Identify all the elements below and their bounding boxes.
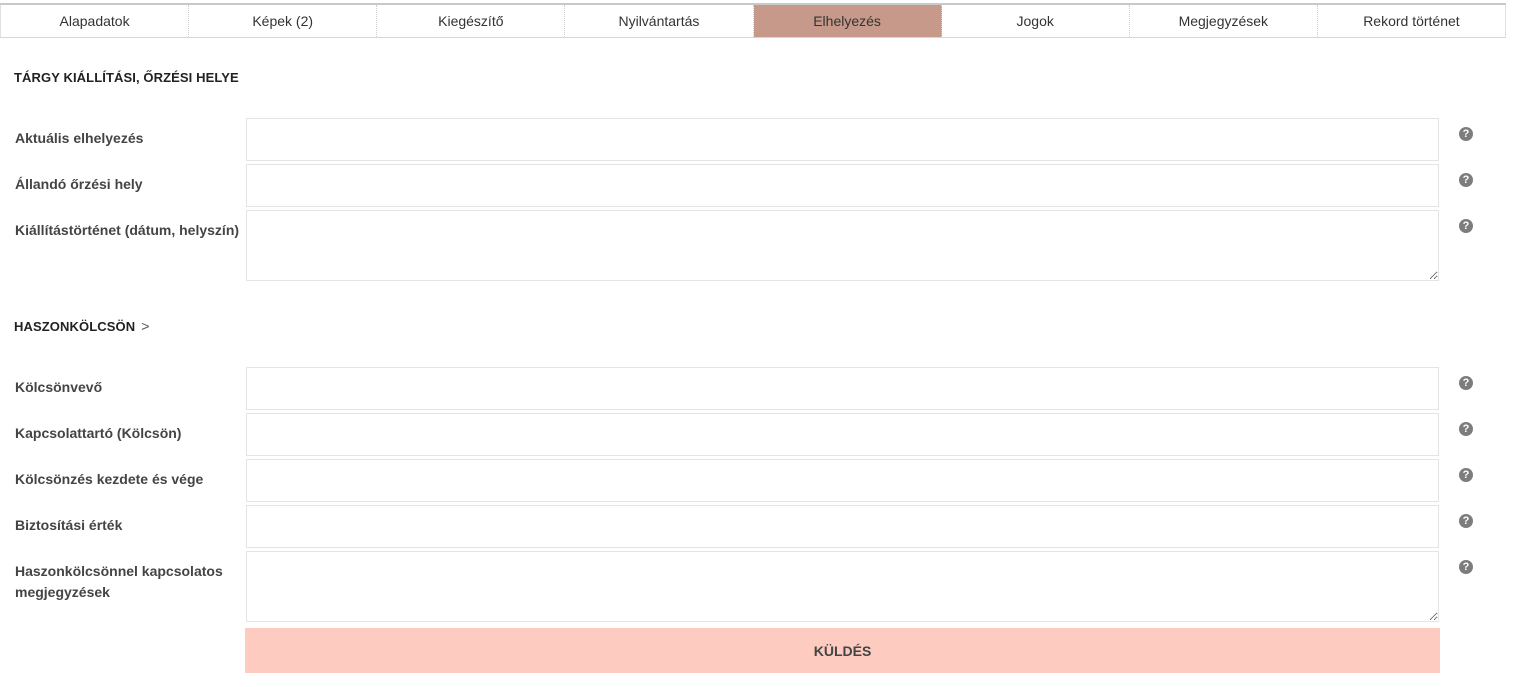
help-icon[interactable]: ? xyxy=(1459,560,1473,574)
tab-elhelyezes[interactable]: Elhelyezés xyxy=(753,5,942,37)
label-insurance-value: Biztosítási érték xyxy=(15,517,123,533)
label-current-location: Aktuális elhelyezés xyxy=(15,130,144,146)
label-loan-notes: Haszonkölcsönnel kapcsolatos megjegyzése… xyxy=(15,563,223,600)
insurance-value-input[interactable] xyxy=(246,505,1439,548)
borrower-input[interactable] xyxy=(246,367,1439,410)
loan-contact-input[interactable] xyxy=(246,413,1439,456)
label-exhibition-history: Kiállítástörténet (dátum, helyszín) xyxy=(15,222,240,238)
label-permanent-storage: Állandó őrzési hely xyxy=(15,176,143,192)
tab-rekord-tortenet[interactable]: Rekord történet xyxy=(1318,5,1506,37)
help-icon[interactable]: ? xyxy=(1459,376,1473,390)
label-loan-contact: Kapcsolattartó (Kölcsön) xyxy=(15,425,182,441)
tab-jogok[interactable]: Jogok xyxy=(942,5,1130,37)
submit-button[interactable]: KÜLDÉS xyxy=(245,628,1440,673)
chevron-right-icon: > xyxy=(141,318,150,334)
tab-bar: Alapadatok Képek (2) Kiegészítő Nyilvánt… xyxy=(0,3,1506,38)
section-title-loan[interactable]: HASZONKÖLCSÖN > xyxy=(14,318,149,334)
tab-kiegeszito[interactable]: Kiegészítő xyxy=(377,5,566,37)
current-location-input[interactable] xyxy=(246,118,1439,161)
loan-period-input[interactable] xyxy=(246,459,1439,502)
permanent-storage-input[interactable] xyxy=(246,164,1439,207)
help-icon[interactable]: ? xyxy=(1459,514,1473,528)
help-icon[interactable]: ? xyxy=(1459,422,1473,436)
label-loan-period: Kölcsönzés kezdete és vége xyxy=(15,471,204,487)
loan-notes-textarea[interactable] xyxy=(246,551,1439,622)
tab-alapadatok[interactable]: Alapadatok xyxy=(0,5,190,37)
help-icon[interactable]: ? xyxy=(1459,468,1473,482)
section-title-location: TÁRGY KIÁLLÍTÁSI, ŐRZÉSI HELYE xyxy=(14,70,239,85)
help-icon[interactable]: ? xyxy=(1459,127,1473,141)
exhibition-history-textarea[interactable] xyxy=(246,210,1439,281)
help-icon[interactable]: ? xyxy=(1459,219,1473,233)
tab-kepek[interactable]: Képek (2) xyxy=(189,5,378,37)
help-icon[interactable]: ? xyxy=(1459,173,1473,187)
tab-nyilvantartas[interactable]: Nyilvántartás xyxy=(565,5,754,37)
section-title-loan-text: HASZONKÖLCSÖN xyxy=(14,319,136,334)
label-borrower: Kölcsönvevő xyxy=(15,379,103,395)
tab-megjegyzesek[interactable]: Megjegyzések xyxy=(1130,5,1318,37)
